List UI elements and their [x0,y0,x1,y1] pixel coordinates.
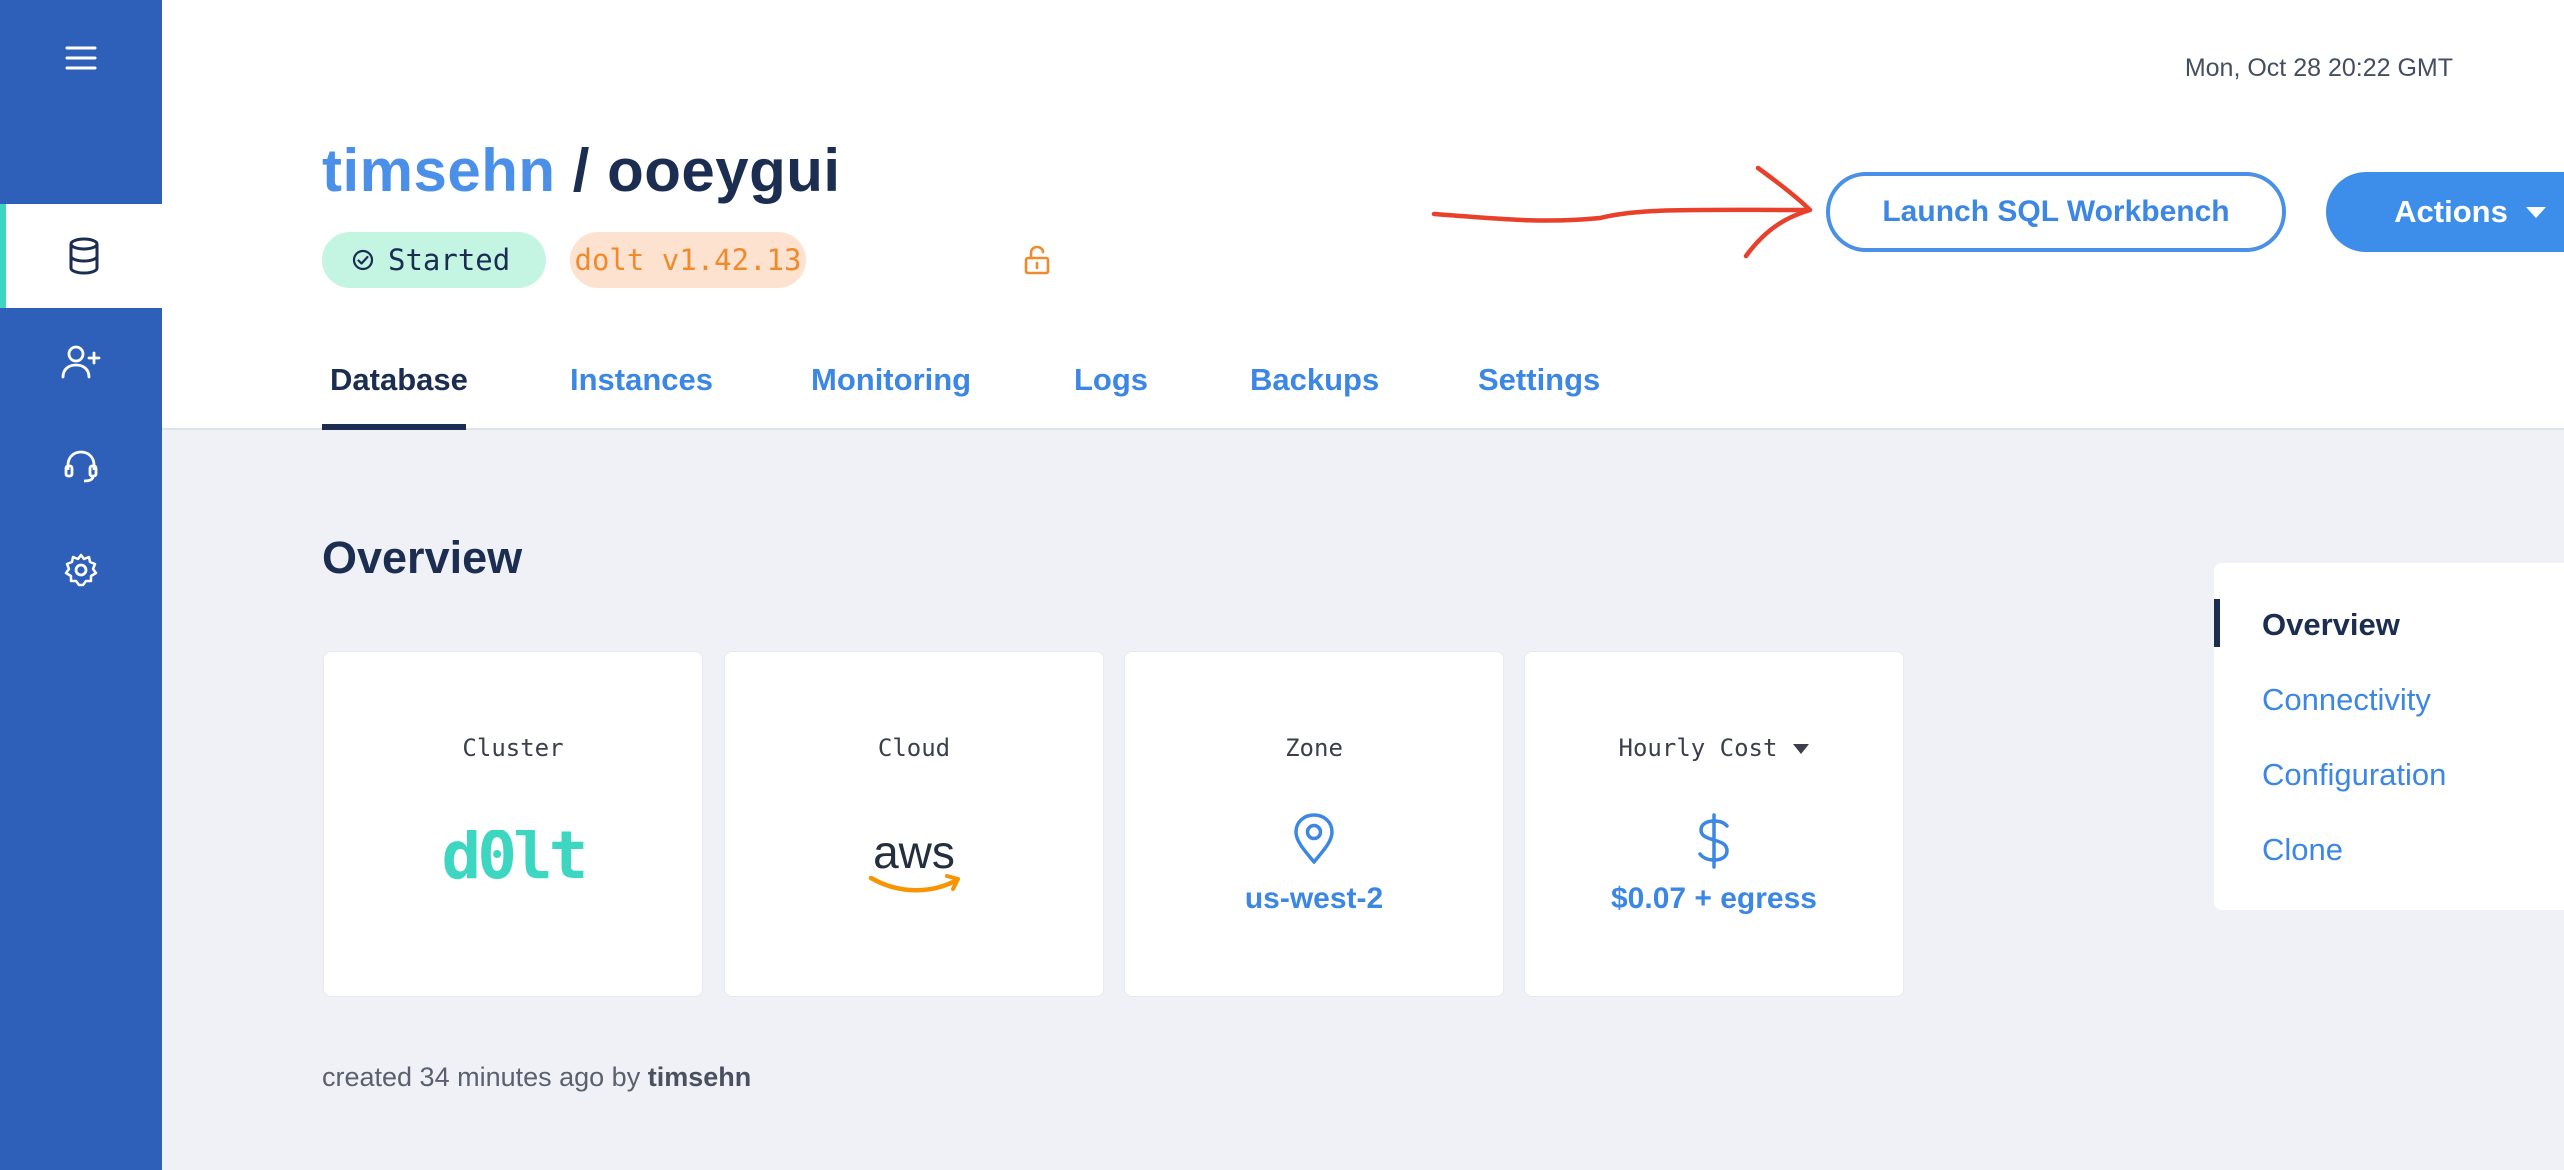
created-text: created 34 minutes ago by [322,1062,648,1092]
cluster-card: Cluster d0lt [323,651,703,997]
location-pin-icon [1294,813,1334,864]
launch-sql-workbench-button[interactable]: Launch SQL Workbench [1826,172,2286,252]
add-user-icon [61,345,101,379]
active-section-indicator [2214,599,2220,647]
section-nav-clone[interactable]: Clone [2262,832,2343,868]
tab-monitoring[interactable]: Monitoring [811,362,971,398]
created-by-user: timsehn [647,1062,752,1092]
annotation-arrow-icon [1431,165,1813,259]
actions-label: Actions [2394,194,2508,229]
tab-backups[interactable]: Backups [1250,362,1379,398]
unlock-icon[interactable] [1024,245,1050,275]
menu-icon [65,46,97,70]
sidebar [0,0,162,1170]
sidebar-item-databases[interactable] [0,204,162,308]
zone-label: Zone [1285,734,1343,762]
zone-card: Zone us-west-2 [1124,651,1504,997]
caret-down-icon [2525,206,2546,218]
current-timestamp: Mon, Oct 28 20:22 GMT [2184,54,2453,82]
zone-value: us-west-2 [1244,882,1384,915]
caret-down-icon [1793,744,1810,754]
page-title: timsehn / ooeygui [322,136,841,205]
section-nav-connectivity[interactable]: Connectivity [2262,682,2431,718]
status-badge: Started [322,232,546,288]
tab-settings[interactable]: Settings [1478,362,1600,398]
support-headset-icon [64,450,98,483]
cloud-label: Cloud [877,734,951,762]
tab-database[interactable]: Database [330,362,468,398]
menu-button[interactable] [0,6,162,110]
dollar-icon [1698,813,1729,869]
version-label: dolt v1.42.13 [574,243,802,277]
database-icon [69,237,99,275]
tab-logs[interactable]: Logs [1074,362,1148,398]
hourly-cost-dropdown[interactable]: Hourly Cost [1525,734,1903,762]
sidebar-item-settings[interactable] [0,518,162,622]
actions-dropdown-button[interactable]: Actions [2326,172,2564,252]
settings-gear-icon [64,553,98,587]
check-circle-icon [352,249,374,271]
cloud-card: Cloud aws [724,651,1104,997]
hourly-cost-label: Hourly Cost [1618,734,1778,762]
section-nav: Overview Connectivity Configuration Clon… [2214,563,2564,910]
hourly-cost-value: $0.07 + egress [1610,882,1817,915]
status-label: Started [388,243,511,277]
dolt-logo: d0lt [442,830,589,884]
sidebar-item-add-user[interactable] [0,310,162,414]
cluster-label: Cluster [462,734,564,762]
database-name: ooeygui [607,137,841,204]
version-badge: dolt v1.42.13 [570,232,806,288]
section-nav-configuration[interactable]: Configuration [2262,757,2446,793]
sidebar-item-support[interactable] [0,414,162,518]
section-nav-overview[interactable]: Overview [2262,607,2400,643]
page-header: Mon, Oct 28 20:22 GMT timsehn / ooeygui … [162,0,2564,430]
hourly-cost-card: Hourly Cost $0.07 + egress [1524,651,1904,997]
aws-logo: aws [868,828,960,893]
owner-link[interactable]: timsehn [322,137,556,204]
overview-heading: Overview [322,532,523,583]
tab-instances[interactable]: Instances [570,362,713,398]
svg-text:aws: aws [873,828,955,878]
svg-text:d0lt: d0lt [442,830,585,884]
active-tab-indicator [322,424,466,430]
title-separator: / [555,137,608,204]
created-info: created 34 minutes ago by timsehn [322,1062,751,1093]
